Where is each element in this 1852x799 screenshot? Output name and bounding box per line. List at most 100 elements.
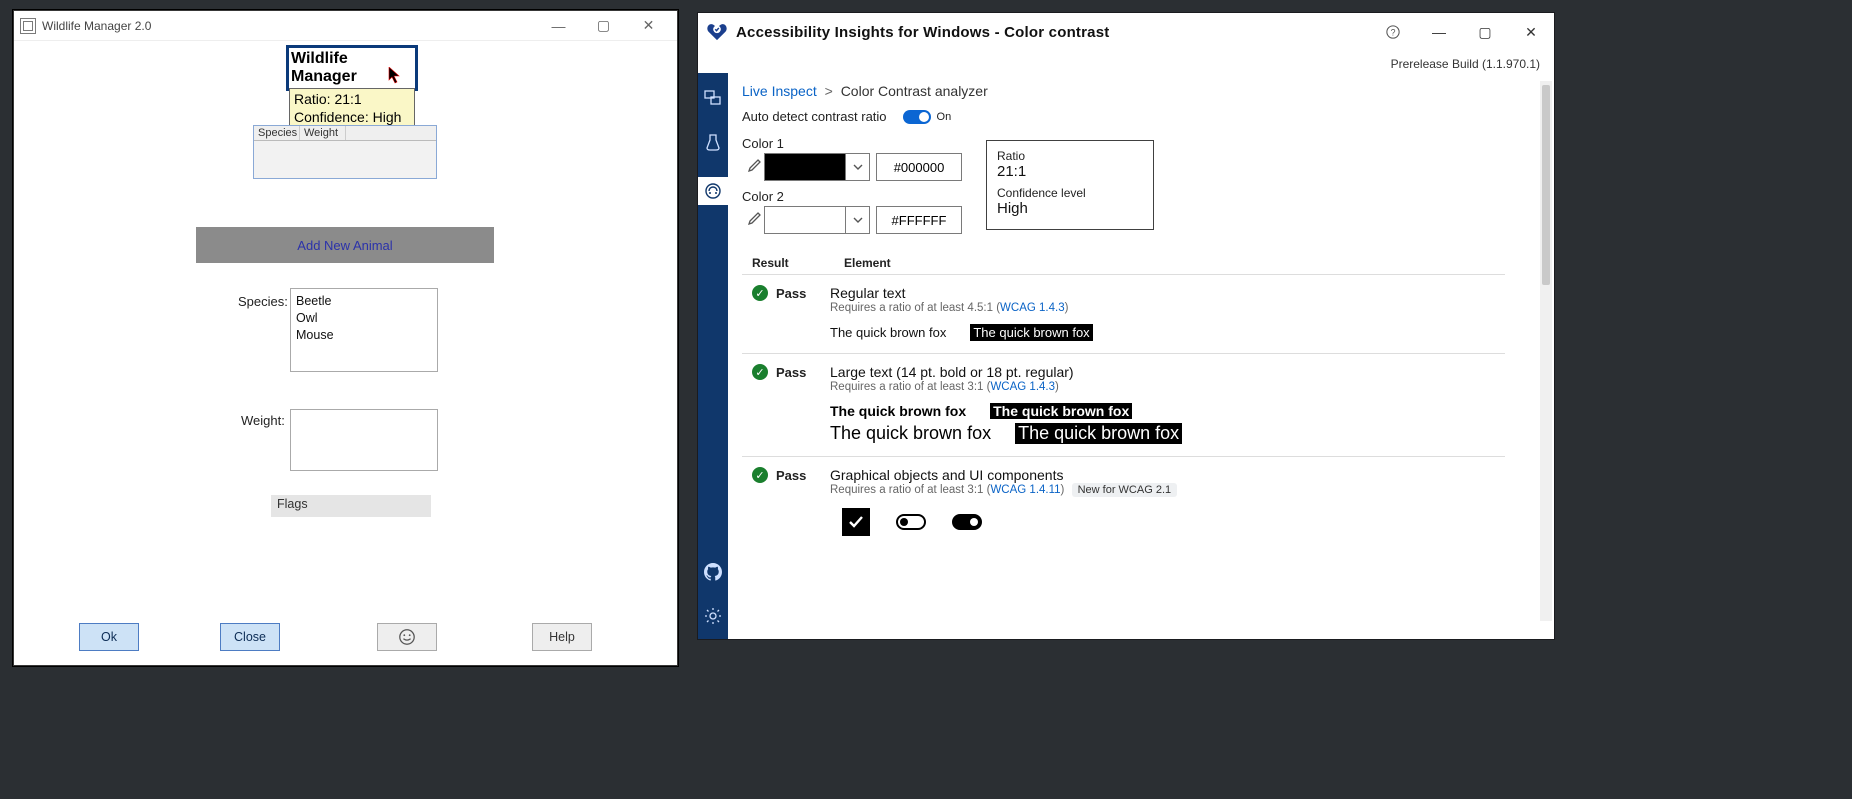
- species-label: Species:: [238, 294, 288, 309]
- feedback-button[interactable]: [377, 623, 437, 651]
- sample-bold-dark: The quick brown fox: [990, 403, 1132, 419]
- result-subtitle: Requires a ratio of at least 3:1 (WCAG 1…: [830, 484, 1505, 496]
- result-title: Regular text: [830, 285, 1505, 301]
- pass-label: Pass: [776, 468, 806, 483]
- ai-titlebar[interactable]: Accessibility Insights for Windows - Col…: [698, 13, 1554, 51]
- sample-large-light: The quick brown fox: [830, 423, 991, 444]
- sample-toggle-off: [896, 514, 926, 530]
- ai-window-controls: ? — ▢ ✕: [1370, 17, 1554, 47]
- add-new-animal-button[interactable]: Add New Animal: [196, 227, 494, 263]
- color2-swatch[interactable]: [764, 206, 846, 234]
- result-subtitle: Requires a ratio of at least 3:1 (WCAG 1…: [830, 381, 1505, 393]
- minimize-button[interactable]: —: [1416, 17, 1462, 47]
- auto-detect-label: Auto detect contrast ratio: [742, 109, 887, 124]
- sample-text-light: The quick brown fox: [830, 325, 946, 340]
- wm-window-controls: — ▢ ✕: [536, 11, 671, 41]
- results-header-element: Element: [844, 256, 891, 270]
- confidence-value: High: [997, 200, 1143, 217]
- ratio-value: 21:1: [997, 163, 1143, 180]
- color2-dropdown[interactable]: [846, 206, 870, 234]
- settings-icon[interactable]: [704, 607, 722, 625]
- vertical-scrollbar[interactable]: [1540, 81, 1552, 621]
- sample-checkbox: [842, 508, 870, 536]
- eyedropper-button[interactable]: [742, 153, 764, 181]
- color2-label: Color 2: [742, 189, 962, 204]
- pass-icon: ✓: [752, 364, 768, 380]
- species-listbox[interactable]: Beetle Owl Mouse: [290, 288, 438, 372]
- weight-input[interactable]: [290, 409, 438, 471]
- contrast-tooltip: Ratio: 21:1 Confidence: High: [289, 88, 415, 130]
- sample-text-dark: The quick brown fox: [970, 324, 1092, 341]
- auto-detect-toggle[interactable]: [903, 110, 931, 124]
- breadcrumb-link[interactable]: Live Inspect: [742, 83, 817, 99]
- color2-hex[interactable]: #FFFFFF: [876, 206, 962, 234]
- color-inputs: Color 1 #000000 Color 2: [742, 136, 962, 234]
- species-option[interactable]: Owl: [296, 310, 432, 327]
- check-icon: [847, 513, 865, 531]
- breadcrumb-sep: >: [825, 83, 833, 99]
- results-header-result: Result: [752, 256, 804, 270]
- wm-data-grid[interactable]: Species Weight: [253, 125, 437, 179]
- pass-icon: ✓: [752, 285, 768, 301]
- scrollbar-thumb[interactable]: [1542, 85, 1550, 285]
- close-button[interactable]: Close: [220, 623, 280, 651]
- results-header: Result Element: [742, 256, 1554, 270]
- wcag-link[interactable]: WCAG 1.4.11: [990, 484, 1060, 496]
- grid-header-weight[interactable]: Weight: [300, 126, 346, 140]
- wcag-link[interactable]: WCAG 1.4.3: [1000, 302, 1065, 314]
- result-row-large-text: ✓ Pass Large text (14 pt. bold or 18 pt.…: [742, 353, 1505, 456]
- maximize-button[interactable]: ▢: [581, 11, 626, 41]
- maximize-button[interactable]: ▢: [1462, 17, 1508, 47]
- pass-label: Pass: [776, 365, 806, 380]
- color1-label: Color 1: [742, 136, 962, 151]
- weight-label: Weight:: [241, 413, 285, 428]
- inspect-icon[interactable]: [704, 89, 722, 107]
- tooltip-ratio: Ratio: 21:1: [294, 91, 410, 109]
- ai-content: Live Inspect > Color Contrast analyzer A…: [728, 73, 1554, 639]
- github-icon[interactable]: [704, 563, 722, 581]
- accessibility-insights-window: Accessibility Insights for Windows - Col…: [697, 12, 1555, 640]
- wcag-link[interactable]: WCAG 1.4.3: [990, 381, 1055, 393]
- result-subtitle: Requires a ratio of at least 4.5:1 (WCAG…: [830, 302, 1505, 314]
- species-option[interactable]: Beetle: [296, 293, 432, 310]
- grid-header-species[interactable]: Species: [254, 126, 300, 140]
- ai-help-icon[interactable]: ?: [1370, 17, 1416, 47]
- color1-dropdown[interactable]: [846, 153, 870, 181]
- auto-detect-state: On: [937, 111, 952, 123]
- result-row-regular-text: ✓ Pass Regular text Requires a ratio of …: [742, 274, 1505, 353]
- wm-grid-header-row: Species Weight: [254, 126, 436, 141]
- sample-large-dark: The quick brown fox: [1015, 423, 1182, 444]
- wildlife-manager-window: Wildlife Manager 2.0 — ▢ ✕ Wildlife Mana…: [13, 10, 678, 666]
- confidence-label: Confidence level: [997, 186, 1143, 200]
- minimize-button[interactable]: —: [536, 11, 581, 41]
- smiley-icon: [398, 628, 416, 646]
- eyedropper-button[interactable]: [742, 206, 764, 234]
- ai-sidebar: [698, 73, 728, 639]
- chevron-down-icon: [853, 215, 863, 225]
- result-title: Graphical objects and UI components: [830, 467, 1505, 483]
- ratio-card: Ratio 21:1 Confidence level High: [986, 140, 1154, 230]
- test-icon[interactable]: [704, 133, 722, 151]
- ratio-label: Ratio: [997, 149, 1143, 163]
- close-window-button[interactable]: ✕: [626, 11, 671, 41]
- pass-icon: ✓: [752, 467, 768, 483]
- sample-bold-light: The quick brown fox: [830, 403, 966, 419]
- auto-detect-row: Auto detect contrast ratio On: [742, 109, 1554, 124]
- ok-button[interactable]: Ok: [79, 623, 139, 651]
- close-window-button[interactable]: ✕: [1508, 17, 1554, 47]
- flags-field[interactable]: Flags: [271, 495, 431, 517]
- color1-hex[interactable]: #000000: [876, 153, 962, 181]
- breadcrumb-current: Color Contrast analyzer: [841, 83, 988, 99]
- color1-swatch[interactable]: [764, 153, 846, 181]
- tooltip-confidence: Confidence: High: [294, 109, 410, 127]
- app-icon: [20, 18, 36, 34]
- ai-window-title: Accessibility Insights for Windows - Col…: [736, 24, 1109, 41]
- cursor-icon: [388, 67, 402, 85]
- wm-body: Wildlife Manager Ratio: 21:1 Confidence:…: [14, 41, 677, 665]
- wm-titlebar[interactable]: Wildlife Manager 2.0 — ▢ ✕: [14, 11, 677, 41]
- color-contrast-icon[interactable]: [698, 177, 728, 205]
- species-option[interactable]: Mouse: [296, 327, 432, 344]
- chevron-down-icon: [853, 162, 863, 172]
- wcag-badge: New for WCAG 2.1: [1072, 483, 1178, 497]
- help-button[interactable]: Help: [532, 623, 592, 651]
